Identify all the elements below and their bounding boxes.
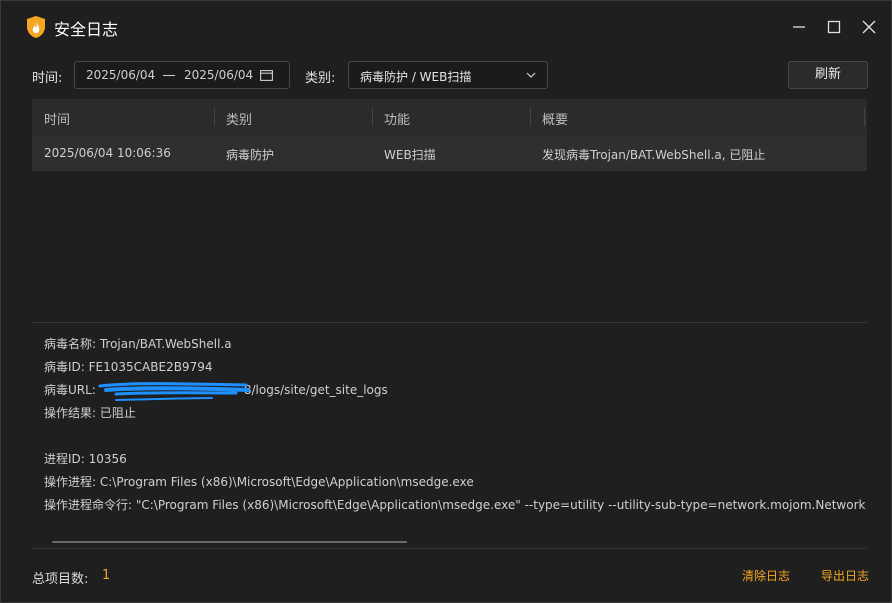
- close-button[interactable]: [857, 15, 881, 39]
- date-range-separator: [163, 75, 175, 76]
- category-select-value: 病毒防护 / WEB扫描: [360, 70, 472, 84]
- refresh-button[interactable]: 刷新: [788, 61, 868, 89]
- clear-log-link[interactable]: 清除日志: [742, 567, 790, 584]
- detail-virus-id: 病毒ID: FE1035CABE2B9794: [44, 360, 213, 374]
- column-divider[interactable]: [372, 108, 373, 126]
- date-end-value[interactable]: 2025/06/04: [184, 68, 253, 82]
- maximize-button[interactable]: [822, 15, 846, 39]
- maximize-icon: [827, 20, 841, 34]
- date-start-value[interactable]: 2025/06/04: [86, 68, 155, 82]
- chevron-down-icon: [526, 72, 536, 78]
- detail-cmdline: 操作进程命令行: "C:\Program Files (x86)\Microso…: [44, 498, 866, 512]
- title-bar: 安全日志: [1, 1, 891, 53]
- category-select[interactable]: 病毒防护 / WEB扫描: [348, 61, 548, 89]
- table-row[interactable]: 2025/06/04 10:06:36 病毒防护 WEB扫描 发现病毒Troja…: [32, 135, 867, 171]
- close-icon: [862, 20, 876, 34]
- column-divider[interactable]: [214, 108, 215, 126]
- category-filter-label: 类别:: [305, 71, 336, 86]
- date-range-picker[interactable]: 2025/06/04 2025/06/04: [74, 61, 290, 89]
- divider: [32, 322, 867, 323]
- security-log-window: 安全日志 时间: 2025/06/04 2025/06/04 类别: 病毒防护 …: [0, 0, 892, 603]
- calendar-icon[interactable]: [260, 69, 273, 81]
- total-items-count: 1: [102, 568, 111, 583]
- cell-function: WEB扫描: [384, 148, 436, 162]
- window-title: 安全日志: [54, 20, 119, 39]
- detail-virus-name: 病毒名称: Trojan/BAT.WebShell.a: [44, 337, 232, 351]
- detail-result: 操作结果: 已阻止: [44, 406, 136, 420]
- detail-cmdline-container: 操作进程命令行: "C:\Program Files (x86)\Microso…: [44, 495, 866, 515]
- column-header-category[interactable]: 类别: [226, 109, 252, 128]
- shield-flame-icon: [27, 16, 45, 38]
- cell-category: 病毒防护: [226, 148, 275, 162]
- cell-summary: 发现病毒Trojan/BAT.WebShell.a, 已阻止: [542, 148, 766, 162]
- column-header-function[interactable]: 功能: [384, 109, 410, 128]
- minimize-button[interactable]: [787, 15, 811, 39]
- detail-process-id: 进程ID: 10356: [44, 452, 127, 466]
- detail-virus-url-tail: 8/logs/site/get_site_logs: [243, 383, 388, 397]
- total-items-label: 总项目数:: [32, 572, 89, 587]
- horizontal-scrollbar[interactable]: [52, 541, 407, 543]
- column-divider[interactable]: [530, 108, 531, 126]
- table-header: 时间 类别 功能 概要: [32, 99, 867, 135]
- column-header-time[interactable]: 时间: [44, 109, 70, 128]
- divider: [32, 548, 867, 549]
- time-filter-label: 时间:: [32, 71, 63, 86]
- minimize-icon: [793, 26, 805, 28]
- cell-time: 2025/06/04 10:06:36: [44, 146, 171, 160]
- detail-process: 操作进程: C:\Program Files (x86)\Microsoft\E…: [44, 475, 474, 489]
- column-divider[interactable]: [864, 108, 865, 126]
- redaction-scribble: [98, 382, 250, 401]
- export-log-link[interactable]: 导出日志: [821, 567, 869, 584]
- column-header-summary[interactable]: 概要: [542, 109, 568, 128]
- detail-virus-url-label: 病毒URL:: [44, 383, 96, 397]
